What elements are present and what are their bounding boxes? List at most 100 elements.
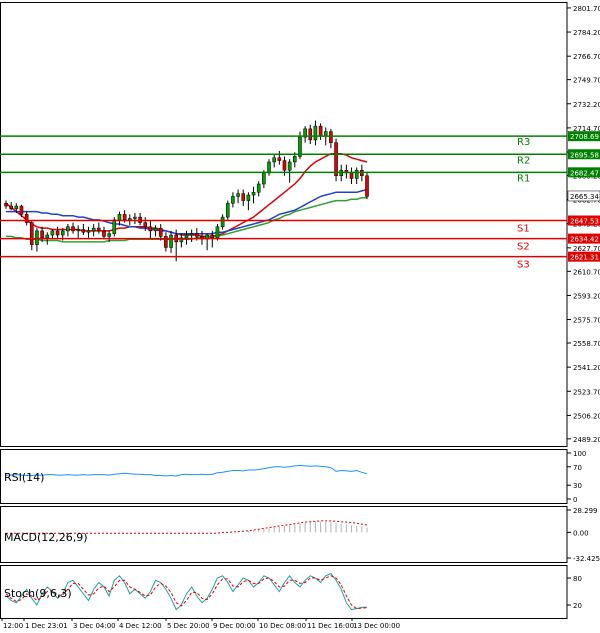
y-tick-label: 20 [573,602,582,610]
indicator-label: RSI(14) [4,471,44,484]
pivot-price-label: 2621.31 [570,254,599,262]
candle-up [354,169,359,179]
pivot-level-name: R2 [517,155,530,166]
candle-up [86,230,91,233]
x-tick-label: 3 Dec 04:00 [73,622,116,630]
x-tick-label: 9 Dec 00:00 [213,622,256,630]
candle-down [158,227,163,237]
candle-up [262,172,266,185]
candle-up [60,230,65,236]
candle-down [143,222,148,228]
candle-up [91,227,96,232]
chart-background [0,0,600,633]
candle-up [14,205,19,210]
y-tick-label: 2732.20 [573,101,600,109]
candle-up [293,156,297,163]
x-tick-label: 10 Dec 08:00 [259,622,306,630]
y-tick-label: 2523.70 [573,388,600,396]
candle-up [107,233,111,237]
y-tick-label: 28.299 [573,507,598,515]
candle-up [287,161,292,171]
candle-up [323,131,328,137]
pivot-level-name: R3 [517,137,530,148]
candle-down [9,205,13,210]
candle-down [365,175,369,197]
candle-down [148,226,153,232]
candle-up [66,226,70,232]
y-tick-label: -32.425 [573,555,600,563]
y-tick-label: 2506.20 [573,412,600,420]
candle-up [220,216,225,228]
x-tick-label: 4 Dec 12:00 [119,622,162,630]
x-tick-label: 11 Dec 16:00 [307,622,354,630]
pivot-price-label: 2695.58 [570,151,599,159]
pivot-level-name: S3 [517,260,530,271]
candle-down [308,128,313,141]
y-tick-label: 30 [573,482,582,490]
candle-up [169,234,173,248]
candle-down [282,160,287,171]
candle-down [4,203,8,207]
y-tick-label: 100 [573,450,586,458]
x-tick-label: 12:00 [3,622,23,630]
pivot-price-label: 2634.42 [570,236,599,244]
x-tick-label: 5 Dec 20:00 [167,622,210,630]
pivot-level-name: S2 [517,242,530,253]
y-tick-label: 2784.20 [573,29,600,37]
candle-down [97,227,101,232]
candle-up [153,227,158,232]
candle-down [334,142,338,176]
candle-down [349,172,354,179]
pivot-level-name: R1 [517,173,530,184]
candle-up [225,203,230,218]
y-tick-label: 2627.70 [573,245,600,253]
candle-down [81,229,86,233]
candle-up [189,233,194,236]
candle-down [210,234,215,239]
candle-up [256,183,261,193]
candle-up [215,226,220,239]
y-tick-label: 80 [573,575,582,583]
y-tick-label: 2558.70 [573,340,600,348]
y-tick-label: 0.00 [573,529,589,537]
candle-up [76,229,80,232]
candle-up [231,196,235,204]
candle-up [251,192,256,196]
candle-up [184,234,189,239]
candle-up [272,157,276,163]
candle-down [71,226,75,232]
y-tick-label: 2801.70 [573,5,600,13]
candle-down [40,230,44,239]
pivot-level-name: S1 [517,224,530,235]
candle-up [117,214,122,221]
y-tick-label: 2489.20 [573,436,600,444]
y-tick-label: 0 [573,496,577,504]
candle-down [55,230,60,236]
candle-up [313,125,318,141]
candle-down [195,233,199,237]
current-price-label: 2665.34 [570,193,599,201]
pivot-price-label: 2682.47 [570,169,599,177]
candle-down [318,125,323,137]
indicator-label: MACD(12,26,9) [4,531,88,544]
x-tick-label: 13 Dec 00:00 [353,622,400,630]
y-tick-label: 2593.20 [573,292,600,300]
y-tick-label: 70 [573,464,582,472]
y-tick-label: 2766.70 [573,53,600,61]
pivot-price-label: 2708.69 [570,133,599,141]
candle-up [133,216,137,219]
candle-down [29,222,34,245]
candle-up [267,161,271,174]
candle-down [329,131,333,143]
y-tick-label: 2610.70 [573,268,600,276]
candle-up [246,194,251,201]
candle-down [241,193,246,201]
candle-up [127,218,132,221]
y-tick-label: 2749.70 [573,77,600,85]
candle-down [102,230,106,237]
indicator-label: Stoch(9,6,3) [4,587,72,600]
y-tick-label: 2541.20 [573,364,600,372]
candle-up [112,219,117,234]
candle-up [50,230,55,236]
pivot-price-label: 2647.53 [570,218,599,226]
